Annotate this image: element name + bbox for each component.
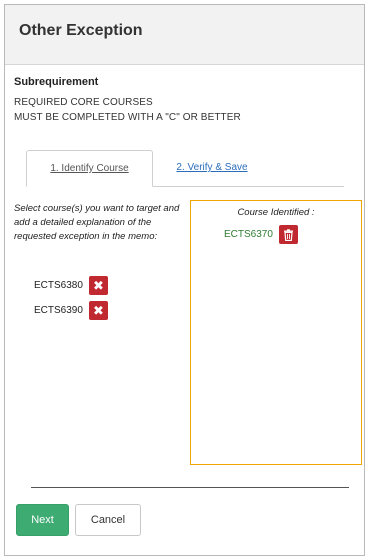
course-identified-title: Course Identified : [237,207,315,218]
target-instructions: Select course(s) you want to target and … [14,203,180,242]
trash-icon [283,228,293,241]
footer-divider [31,487,349,488]
close-icon: ✖ [92,302,104,318]
target-course-item: ECTS6380 ✖ [34,275,108,295]
tab-identify-course-label: 1. Identify Course [50,163,129,174]
remove-course-button[interactable]: ✖ [88,275,108,295]
target-course-code: ECTS6380 [34,279,83,291]
subrequirement-line-2: MUST BE COMPLETED WITH A "C" OR BETTER [14,112,241,123]
identified-course-item: ECTS6370 [224,225,298,244]
subrequirement-line-1: REQUIRED CORE COURSES [14,97,153,108]
remove-course-button[interactable]: ✖ [88,300,108,320]
panel-header: Other Exception [5,5,364,65]
tab-verify-save-label: 2. Verify & Save [176,162,248,173]
identified-course-code: ECTS6370 [224,229,273,240]
delete-course-button[interactable] [278,225,298,244]
target-course-code: ECTS6390 [34,304,83,316]
tab-verify-save[interactable]: 2. Verify & Save [162,150,262,186]
subrequirement-heading: Subrequirement [14,76,99,88]
next-button[interactable]: Next [16,504,69,536]
cancel-button[interactable]: Cancel [75,504,141,536]
course-identified-box: Course Identified : ECTS6370 [190,200,362,465]
step-tabs: 1. Identify Course 2. Verify & Save [26,150,344,187]
target-course-item: ECTS6390 ✖ [34,300,108,320]
close-icon: ✖ [92,277,104,293]
panel-title: Other Exception [19,22,143,39]
tab-identify-course[interactable]: 1. Identify Course [26,150,153,187]
